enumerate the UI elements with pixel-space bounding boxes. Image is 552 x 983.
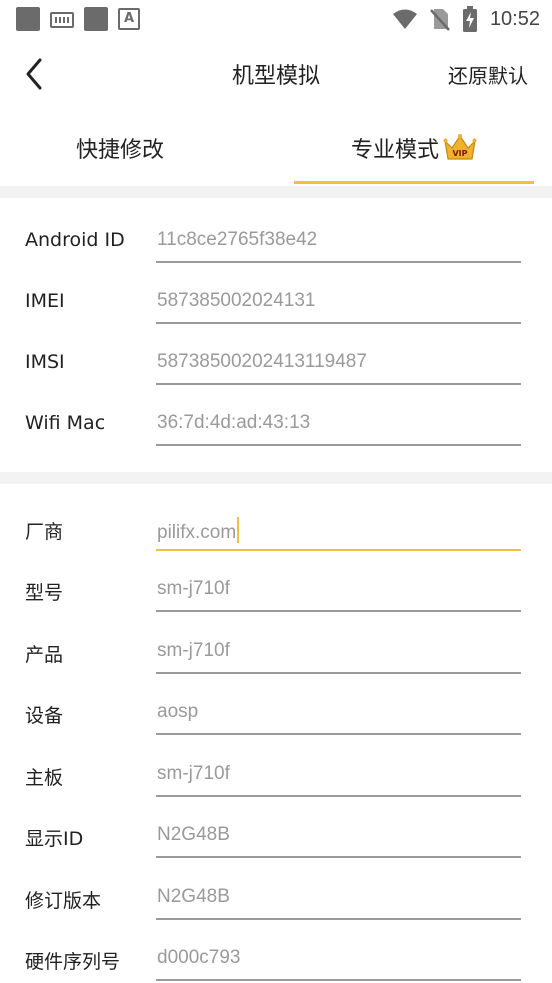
notification-square-icon	[84, 7, 108, 31]
field-label: 主板	[25, 767, 64, 789]
field-underline	[156, 444, 521, 446]
notification-app-icon	[16, 7, 40, 31]
field-label: 厂商	[25, 521, 64, 543]
field-underline	[156, 322, 521, 324]
field-revision[interactable]: 修订版本 N2G48B	[0, 868, 552, 929]
vip-crown-icon: VIP	[443, 134, 477, 160]
back-arrow-icon[interactable]	[20, 56, 52, 92]
field-value[interactable]: N2G48B	[157, 824, 230, 846]
field-value[interactable]: pilifx.com	[157, 517, 239, 544]
tab-quick-edit[interactable]: 快捷修改	[20, 110, 220, 186]
field-underline	[156, 856, 521, 858]
section-divider	[0, 186, 552, 198]
reset-default-button[interactable]: 还原默认	[448, 60, 528, 89]
field-value[interactable]: aosp	[157, 701, 198, 723]
status-time: 10:52	[489, 7, 540, 30]
field-label: 硬件序列号	[25, 951, 121, 973]
field-label: 设备	[25, 705, 64, 727]
field-value[interactable]: sm-j710f	[157, 763, 230, 785]
field-display-id[interactable]: 显示ID N2G48B	[0, 806, 552, 867]
field-imsi[interactable]: IMSI 58738500202413119487	[0, 333, 552, 394]
no-sim-icon	[430, 9, 450, 31]
field-value[interactable]: N2G48B	[157, 886, 230, 908]
field-label: 修订版本	[25, 890, 102, 912]
field-value[interactable]: 587385002024131	[157, 290, 316, 312]
font-a-icon: A	[118, 8, 140, 30]
field-model[interactable]: 型号 sm-j710f	[0, 560, 552, 621]
tab-label: 专业模式	[350, 138, 439, 163]
field-label: Android ID	[25, 229, 125, 251]
field-underline	[156, 383, 521, 385]
field-value[interactable]: 36:7d:4d:ad:43:13	[157, 412, 310, 434]
keyboard-icon	[50, 12, 74, 28]
battery-charging-icon	[462, 6, 477, 32]
field-underline	[156, 979, 521, 981]
field-underline	[156, 610, 521, 612]
field-underline	[156, 795, 521, 797]
svg-text:VIP: VIP	[452, 149, 467, 158]
wifi-icon	[392, 9, 417, 29]
app-bar: 机型模拟 还原默认	[0, 38, 552, 110]
field-underline	[156, 918, 521, 920]
field-wifi-mac[interactable]: Wifi Mac 36:7d:4d:ad:43:13	[0, 394, 552, 455]
field-value[interactable]: 11c8ce2765f38e42	[157, 229, 317, 251]
field-value[interactable]: 58738500202413119487	[157, 351, 367, 373]
field-manufacturer[interactable]: 厂商 pilifx.com	[0, 499, 552, 560]
field-underline	[156, 549, 521, 551]
field-device[interactable]: 设备 aosp	[0, 683, 552, 744]
tab-pro-mode[interactable]: 专业模式 VIP	[294, 110, 534, 186]
tab-bar: 快捷修改 专业模式 VIP	[0, 110, 552, 186]
section-divider	[0, 472, 552, 484]
field-underline	[156, 261, 521, 263]
field-underline	[156, 733, 521, 735]
field-label: 显示ID	[25, 828, 84, 850]
field-underline	[156, 672, 521, 674]
status-bar: A 10:52	[0, 0, 552, 38]
field-board[interactable]: 主板 sm-j710f	[0, 745, 552, 806]
field-label: 产品	[25, 644, 64, 666]
field-value[interactable]: sm-j710f	[157, 578, 230, 600]
field-product[interactable]: 产品 sm-j710f	[0, 622, 552, 683]
tab-label: 快捷修改	[75, 138, 164, 163]
tab-active-indicator	[294, 181, 534, 184]
field-label: Wifi Mac	[25, 412, 106, 434]
field-value[interactable]: d000c793	[157, 947, 240, 969]
field-imei[interactable]: IMEI 587385002024131	[0, 272, 552, 333]
field-label: 型号	[25, 582, 64, 604]
field-value[interactable]: sm-j710f	[157, 640, 230, 662]
field-android-id[interactable]: Android ID 11c8ce2765f38e42	[0, 211, 552, 272]
field-hardware-serial[interactable]: 硬件序列号 d000c793	[0, 929, 552, 983]
field-label: IMEI	[25, 290, 65, 312]
field-label: IMSI	[25, 351, 65, 373]
